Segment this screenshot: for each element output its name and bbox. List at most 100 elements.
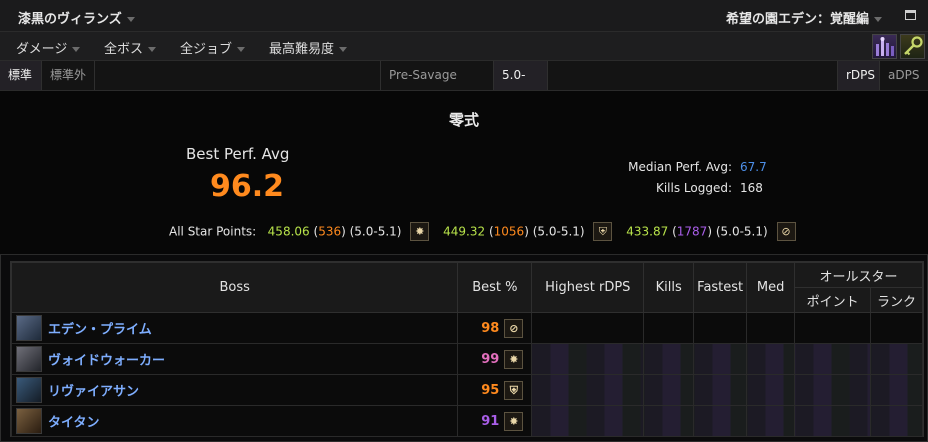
obscured-cell [870,405,923,437]
filter-difficulty-dropdown[interactable]: 最高難易度 [269,38,348,57]
stats-values: 67.7 168 [740,157,767,199]
tab-standard[interactable]: 標準 [0,61,42,90]
filter-label: 全ジョブ [180,42,233,57]
obscured-cell [794,405,872,437]
tab-presavage[interactable]: Pre-Savage (5.0) [380,61,494,110]
scholar-icon[interactable]: ⊘ [776,222,796,241]
tab-rdps[interactable]: rDPS [837,61,880,90]
filter-label: ダメージ [16,42,68,57]
all-star-points: 449.32 [443,224,486,239]
col-med[interactable]: Med [746,262,796,313]
best-percent: 99 [481,351,500,367]
partition-tab-row: 標準 標準外 Pre-Savage (5.0) 5.0-5.1 rDPS aDP… [0,61,928,110]
kills-label: Kills Logged: [655,181,732,195]
obscured-cell [746,343,796,375]
boss-name-link[interactable]: ヴォイドウォーカー [48,354,165,369]
filter-job-dropdown[interactable]: 全ジョブ [180,38,246,57]
boss-portrait [16,377,42,403]
tab-patch[interactable]: 5.0-5.1 [494,61,548,110]
difficulty-title: 零式 [448,111,479,129]
stats-labels: Median Perf. Avg: Kills Logged: [628,157,732,199]
chevron-down-icon [339,47,348,52]
all-star-rank: 536 [318,224,342,239]
scholar-icon: ⊘ [504,318,524,338]
boss-name-link[interactable]: リヴァイアサン [48,385,139,400]
boss-portrait [16,315,42,341]
all-star-points-row: All Star Points: 458.06 (536) (5.0-5.1) … [169,222,806,241]
col-boss[interactable]: Boss [10,262,459,313]
boss-table: Boss Best % Highest rDPS Kills Fastest M… [10,261,924,437]
maximize-icon[interactable] [905,10,916,20]
col-fastest[interactable]: Fastest [693,262,748,313]
col-allstar: オールスター [794,262,923,288]
best-percent: 98 [481,320,500,336]
median-label: Median Perf. Avg: [628,160,732,174]
col-rank[interactable]: ランク [870,287,923,313]
table-row[interactable]: リヴァイアサン 95 ⛨ [10,374,923,406]
table-row[interactable]: ヴォイドウォーカー 99 ✸ [10,343,923,375]
astrologian-icon: ✸ [504,411,524,431]
character-name-dropdown[interactable]: 漆黒のヴィランズ [18,8,135,27]
obscured-cell [531,405,645,437]
obscured-cell [794,343,872,375]
col-points[interactable]: ポイント [794,287,872,313]
obscured-cell [693,374,748,406]
all-star-patch: (5.0-5.1) [715,224,768,239]
filter-bar: ダメージ 全ボス 全ジョブ 最高難易度 [0,32,928,61]
col-kills[interactable]: Kills [643,262,695,313]
all-star-rank: 1787 [676,224,708,239]
boss-portrait [16,408,42,434]
all-star-patch: (5.0-5.1) [349,224,402,239]
key-icon[interactable] [900,34,925,59]
summary-panel: 零式 Best Perf. Avg 96.2 Median Perf. Avg:… [0,91,928,255]
obscured-cell [870,374,923,406]
all-star-patch: (5.0-5.1) [532,224,585,239]
all-star-rank: 1056 [493,224,525,239]
paladin-icon: ⛨ [504,380,524,400]
all-star-points: 433.87 [626,224,669,239]
obscured-cell [531,374,645,406]
chevron-down-icon [874,17,882,22]
obscured-cell [643,343,695,375]
median-value: 67.7 [740,160,767,174]
chevron-down-icon [126,17,135,22]
tab-non-standard[interactable]: 標準外 [42,61,95,90]
chevron-down-icon [237,47,246,52]
best-perf-label: Best Perf. Avg [186,145,290,163]
ranking-badge-icon[interactable] [872,34,897,59]
obscured-cell [870,343,923,375]
obscured-cell [693,343,748,375]
filter-boss-dropdown[interactable]: 全ボス [104,38,157,57]
obscured-cell [746,405,796,437]
best-percent: 91 [481,413,500,429]
boss-name-link[interactable]: タイタン [48,416,99,431]
title-bar: 漆黒のヴィランズ 希望の園エデン：覚醒編 [0,0,928,32]
obscured-cell [643,374,695,406]
zone-name: 希望の園エデン：覚醒編 [725,12,869,27]
obscured-cell [746,374,796,406]
astrologian-icon[interactable]: ✸ [410,222,430,241]
kills-value: 168 [740,181,763,195]
col-best[interactable]: Best % [457,262,533,313]
table-row[interactable]: タイタン 91 ✸ [10,405,923,437]
filter-label: 最高難易度 [269,42,335,57]
obscured-cell [693,405,748,437]
all-star-points: 458.06 [267,224,310,239]
filter-metric-dropdown[interactable]: ダメージ [16,38,81,57]
astrologian-icon: ✸ [504,349,524,369]
table-row[interactable]: エデン・プライム 98 ⊘ [10,312,923,344]
obscured-cell [531,343,645,375]
obscured-cell [794,374,872,406]
chevron-down-icon [72,47,81,52]
character-name: 漆黒のヴィランズ [18,12,122,27]
tab-adps[interactable]: aDPS [880,61,928,90]
col-highest[interactable]: Highest rDPS [531,262,645,313]
boss-name-link[interactable]: エデン・プライム [48,323,152,338]
filter-label: 全ボス [104,42,144,57]
best-percent: 95 [481,382,500,398]
all-star-label: All Star Points: [169,224,257,239]
best-perf-value: 96.2 [210,169,285,204]
paladin-icon[interactable]: ⛨ [593,222,613,241]
obscured-cell [643,405,695,437]
zone-dropdown[interactable]: 希望の園エデン：覚醒編 [726,8,882,27]
